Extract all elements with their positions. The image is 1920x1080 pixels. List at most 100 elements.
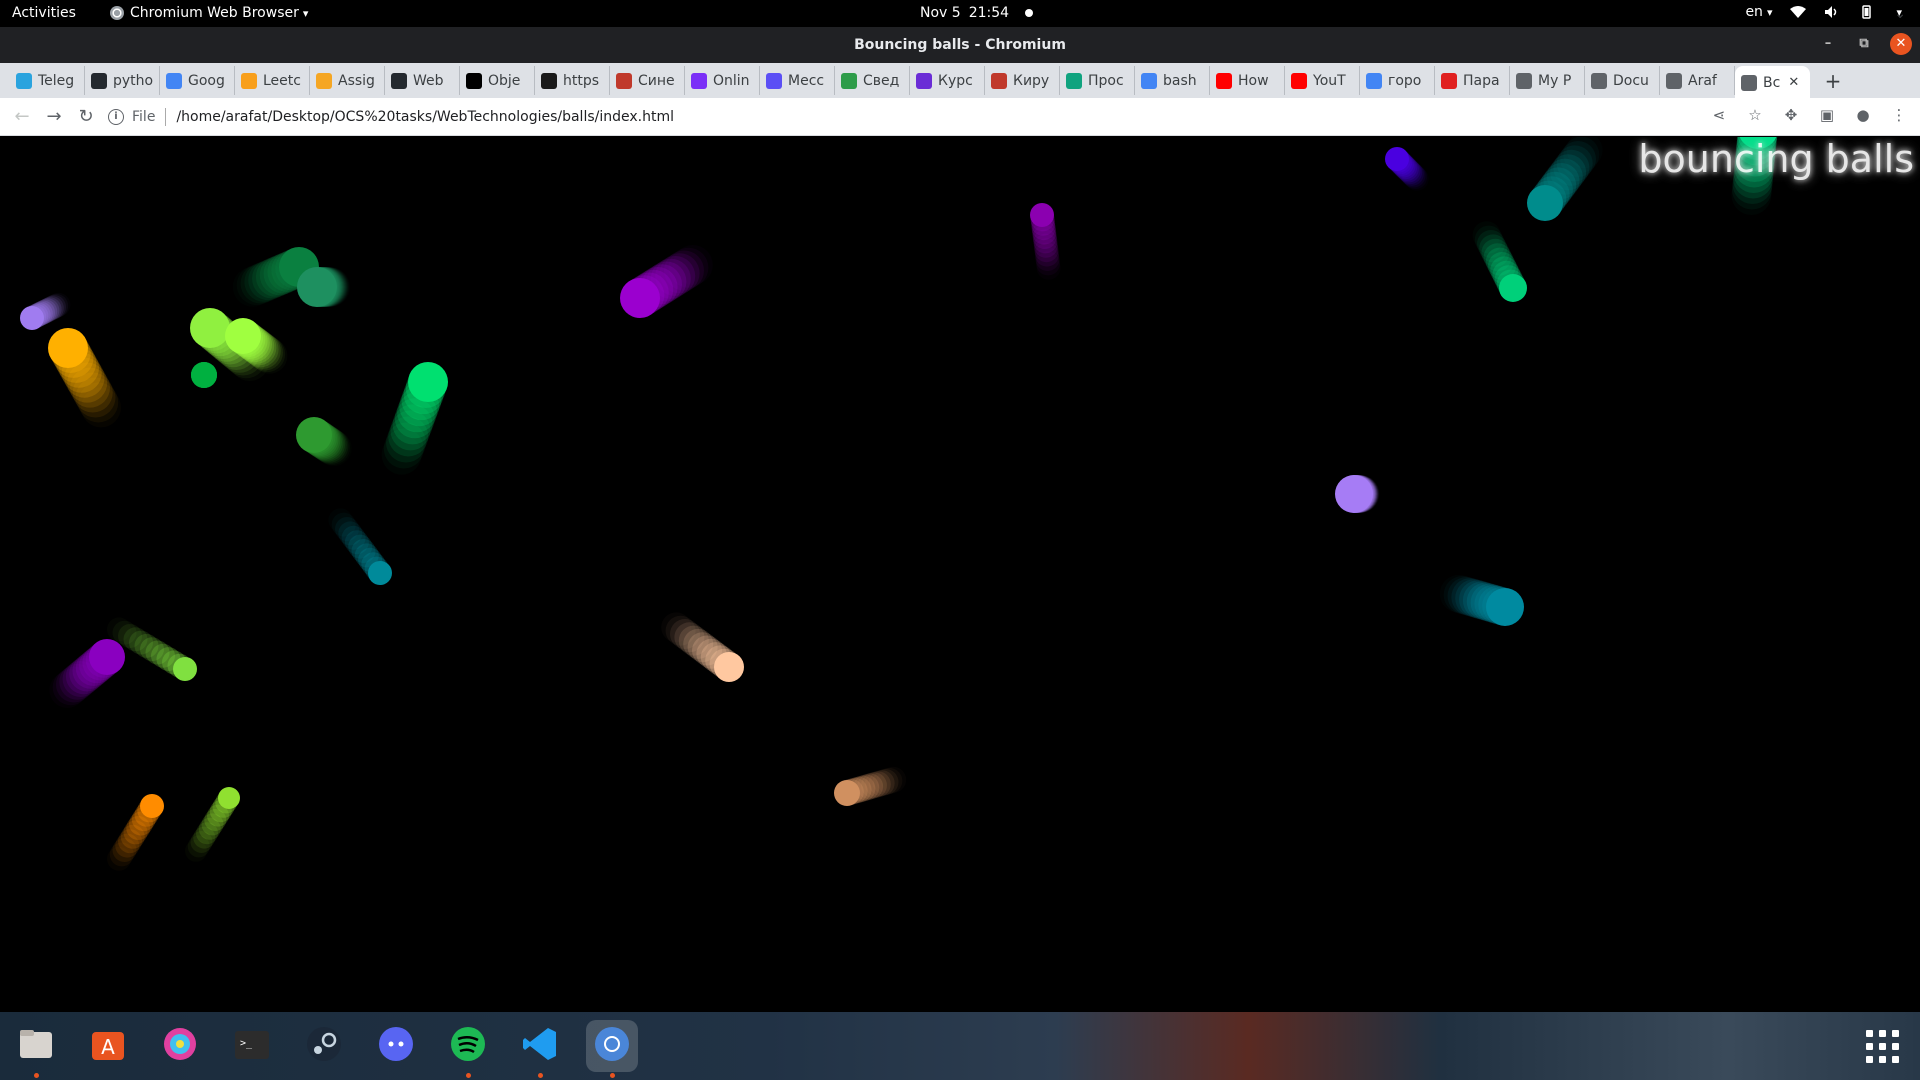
tab-2[interactable]: Goog <box>160 66 235 95</box>
files-icon <box>16 1024 56 1068</box>
clock[interactable]: Nov 5 21:54 <box>920 5 1034 21</box>
wifi-icon <box>1790 6 1807 18</box>
show-applications-icon[interactable] <box>1866 1030 1900 1064</box>
tab-strip: Teleg pytho Goog Leetc Assig Web Obje https Сине… <box>0 63 1920 99</box>
tab-favicon-icon <box>766 72 782 89</box>
tab-favicon-icon <box>1441 72 1457 89</box>
ball-13 <box>383 362 448 469</box>
tab-label: горо <box>1388 72 1422 89</box>
browser-toolbar: ← → ↻ i File /home/arafat/Desktop/OCS%20… <box>0 98 1920 136</box>
tab-label: Docu <box>1613 72 1649 89</box>
ball <box>620 278 660 318</box>
notification-dot-icon <box>1025 9 1034 17</box>
tab-1[interactable]: pytho <box>85 66 160 95</box>
tab-label: Киру <box>1013 72 1050 89</box>
tab-9[interactable]: Onlin <box>685 66 760 95</box>
tab-label: My P <box>1538 72 1572 89</box>
tab-5[interactable]: Web <box>385 66 460 95</box>
language-indicator[interactable]: en <box>1745 4 1772 20</box>
tab-close-icon[interactable]: ✕ <box>1788 75 1799 90</box>
ball <box>834 780 860 806</box>
app-menu[interactable]: Chromium Web Browser <box>110 5 308 21</box>
reload-button[interactable]: ↻ <box>70 101 102 133</box>
new-tab-button[interactable]: + <box>1818 69 1848 93</box>
tab-label: pytho <box>113 72 154 89</box>
tab-favicon-icon <box>1291 72 1307 89</box>
ball-12 <box>620 247 709 318</box>
dock-software-center[interactable]: A <box>82 1020 134 1072</box>
tab-12[interactable]: Курс <box>910 66 985 95</box>
ball-1 <box>1385 147 1428 190</box>
share-icon[interactable]: ⋖ <box>1708 104 1730 126</box>
tab-favicon-icon <box>1591 72 1607 89</box>
svg-text:>_: >_ <box>240 1038 253 1049</box>
ball <box>1527 185 1563 221</box>
maximize-button[interactable]: ⧉ <box>1854 34 1874 54</box>
tab-label: Teleg <box>38 72 75 89</box>
tab-8[interactable]: Сине <box>610 66 685 95</box>
tab-3[interactable]: Leetc <box>235 66 310 95</box>
dock-files[interactable] <box>10 1020 62 1078</box>
info-icon[interactable]: i <box>108 109 124 125</box>
tab-15[interactable]: bash <box>1135 66 1210 95</box>
tab-label: Сине <box>638 72 675 89</box>
ball-20 <box>665 615 744 682</box>
tab-6[interactable]: Obje <box>460 66 535 95</box>
menu-kebab-icon[interactable]: ⋮ <box>1888 104 1910 126</box>
tab-22[interactable]: Araf <box>1660 66 1735 95</box>
ball-14 <box>296 417 351 466</box>
tab-7[interactable]: https <box>535 66 610 95</box>
profile-avatar-icon[interactable]: ● <box>1852 104 1874 126</box>
ball-4 <box>1474 225 1527 302</box>
tab-label: Obje <box>488 72 521 89</box>
running-indicator <box>538 1073 543 1078</box>
activities-button[interactable]: Activities <box>12 5 76 21</box>
tab-13[interactable]: Киру <box>985 66 1060 95</box>
tab-18[interactable]: горо <box>1360 66 1435 95</box>
address-bar[interactable]: i File /home/arafat/Desktop/OCS%20tasks/… <box>108 102 1768 132</box>
url-text[interactable]: /home/arafat/Desktop/OCS%20tasks/WebTech… <box>176 109 674 125</box>
tab-search-icon[interactable]: ⌄ <box>1894 6 1906 22</box>
system-tray[interactable]: en <box>1745 4 1902 20</box>
page-canvas[interactable]: bouncing balls <box>0 137 1920 1012</box>
ball-0 <box>1030 203 1061 276</box>
tab-favicon-icon <box>16 72 32 89</box>
tab-16[interactable]: How <box>1210 66 1285 95</box>
dock-terminal[interactable]: >_ <box>226 1020 278 1072</box>
tab-4[interactable]: Assig <box>310 66 385 95</box>
tab-label: Курс <box>938 72 973 89</box>
window-titlebar[interactable]: Bouncing balls - Chromium – ⧉ ✕ <box>0 27 1920 63</box>
dock-color-picker[interactable] <box>154 1020 206 1072</box>
software-center-icon: A <box>88 1024 128 1068</box>
tab-favicon-icon <box>841 72 857 89</box>
minimize-button[interactable]: – <box>1818 34 1838 54</box>
tab-10[interactable]: Месс <box>760 66 835 95</box>
running-indicator <box>34 1073 39 1078</box>
tab-20[interactable]: My P <box>1510 66 1585 95</box>
dock-chromium[interactable] <box>586 1020 638 1078</box>
bookmark-star-icon[interactable]: ☆ <box>1744 104 1766 126</box>
tab-0[interactable]: Teleg <box>10 66 85 95</box>
vscode-icon <box>520 1024 560 1068</box>
dock-discord[interactable] <box>370 1020 422 1072</box>
tab-21[interactable]: Docu <box>1585 66 1660 95</box>
dock-vscode[interactable] <box>514 1020 566 1078</box>
tab-favicon-icon <box>691 72 707 89</box>
ball-21 <box>109 794 164 867</box>
tab-19[interactable]: Пара <box>1435 66 1510 95</box>
ball <box>48 328 88 368</box>
side-panel-icon[interactable]: ▣ <box>1816 104 1838 126</box>
tab-14[interactable]: Прос <box>1060 66 1135 95</box>
back-button[interactable]: ← <box>6 101 38 133</box>
extensions-puzzle-icon[interactable]: ✥ <box>1780 104 1802 126</box>
close-window-button[interactable]: ✕ <box>1890 33 1912 55</box>
forward-button[interactable]: → <box>38 101 70 133</box>
tab-label: YouT <box>1313 72 1346 89</box>
tab-23[interactable]: Bc ✕ <box>1735 66 1810 99</box>
tab-label: Bc <box>1763 74 1781 91</box>
tab-favicon-icon <box>916 72 932 89</box>
dock-steam[interactable] <box>298 1020 350 1072</box>
tab-11[interactable]: Свед <box>835 66 910 95</box>
dock-spotify[interactable] <box>442 1020 494 1078</box>
tab-17[interactable]: YouT <box>1285 66 1360 95</box>
